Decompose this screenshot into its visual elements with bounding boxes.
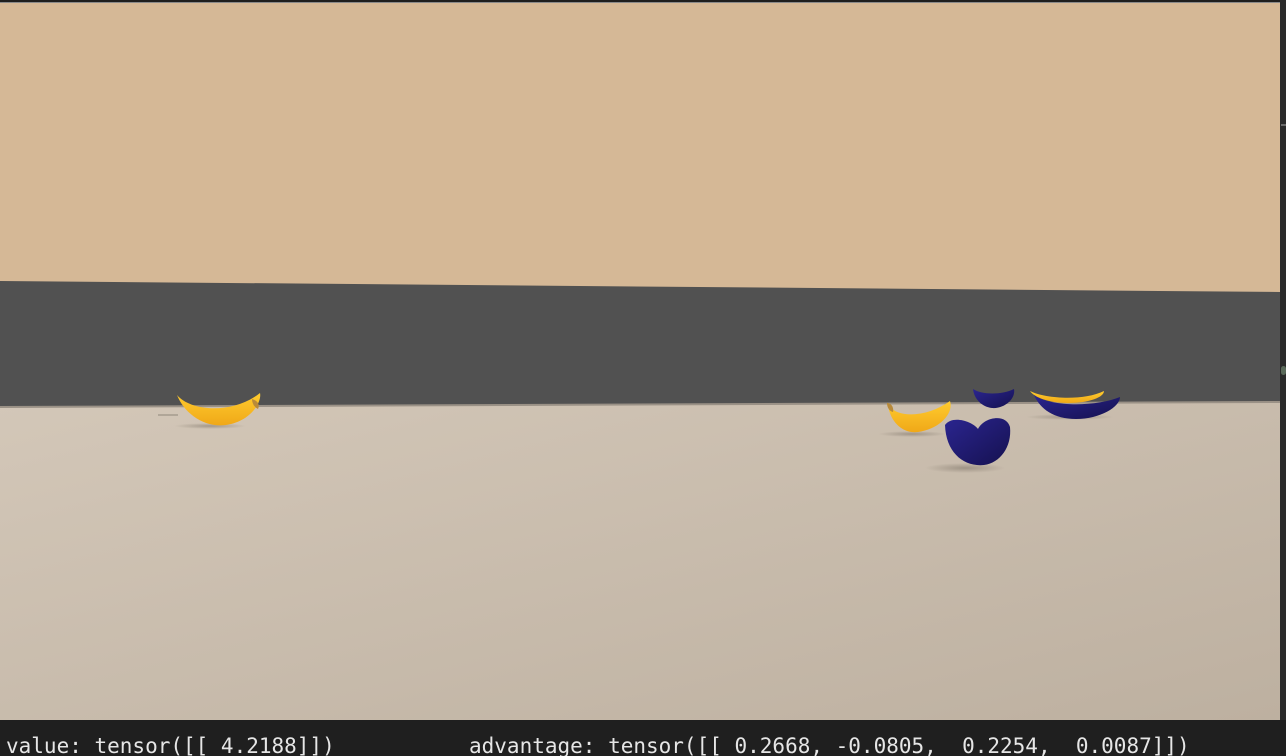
sky — [0, 3, 1280, 293]
value-output: value: tensor([[ 4.2188]]) — [6, 734, 335, 756]
game-window: value: tensor([[ 4.2188]]) advantage: te… — [0, 0, 1286, 756]
window-edge — [1280, 0, 1286, 720]
window-edge-dot — [1281, 366, 1286, 375]
arena-floor — [0, 402, 1280, 721]
window-edge-mark — [1281, 124, 1286, 126]
environment-viewport — [0, 2, 1280, 721]
console-output: value: tensor([[ 4.2188]]) advantage: te… — [0, 720, 1286, 756]
advantage-output: advantage: tensor([[ 0.2668, -0.0805, 0.… — [469, 734, 1190, 756]
arena-wall — [0, 281, 1280, 407]
